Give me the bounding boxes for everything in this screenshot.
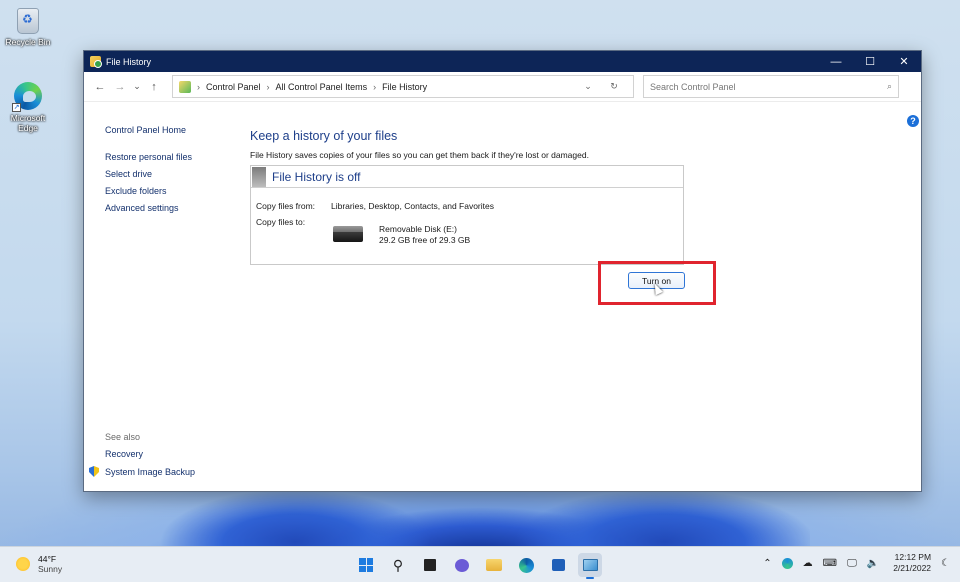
file-history-app-icon bbox=[90, 56, 102, 68]
chevron-right-icon: › bbox=[266, 81, 270, 92]
edge-tray-icon[interactable] bbox=[781, 557, 793, 569]
help-icon[interactable]: ? bbox=[907, 115, 919, 127]
recovery-link[interactable]: Recovery bbox=[105, 449, 275, 459]
removable-drive-icon bbox=[333, 226, 363, 244]
page-title: Keep a history of your files bbox=[250, 129, 398, 143]
title-bar[interactable]: File History — ☐ ✕ bbox=[84, 51, 921, 72]
window-title: File History bbox=[106, 56, 152, 67]
desktop-icon-recycle-bin[interactable]: Recycle Bin bbox=[0, 8, 56, 47]
close-button[interactable]: ✕ bbox=[887, 51, 921, 72]
search-icon[interactable]: ⌕ bbox=[887, 81, 892, 92]
network-icon[interactable]: 🖵 bbox=[847, 558, 857, 569]
control-panel-taskbar-button[interactable] bbox=[578, 553, 602, 579]
store-button[interactable] bbox=[546, 553, 570, 577]
address-bar[interactable]: › Control Panel › All Control Panel Item… bbox=[172, 75, 634, 98]
select-drive-link[interactable]: Select drive bbox=[105, 169, 255, 179]
task-pane: Control Panel Home Restore personal file… bbox=[105, 125, 255, 220]
clock[interactable]: 12:12 PM 2/21/2022 bbox=[893, 552, 931, 574]
refresh-icon[interactable]: ↻ bbox=[601, 81, 627, 92]
highlight-box: Turn on bbox=[598, 261, 716, 305]
maximize-button[interactable]: ☐ bbox=[853, 51, 887, 72]
search-icon: ⚲ bbox=[392, 556, 404, 573]
chevron-right-icon: › bbox=[197, 81, 200, 92]
task-view-button[interactable] bbox=[418, 553, 442, 577]
task-view-icon bbox=[424, 559, 436, 571]
back-button[interactable]: ← bbox=[90, 77, 110, 97]
control-panel-icon bbox=[582, 559, 598, 571]
status-panel: File History is off Copy files from: Lib… bbox=[250, 165, 684, 265]
weather-temperature: 44°F bbox=[38, 554, 57, 564]
copy-from-label: Copy files from: bbox=[256, 201, 316, 211]
see-also-header: See also bbox=[105, 432, 141, 442]
volume-icon[interactable]: 🔈 bbox=[867, 558, 879, 569]
clock-time: 12:12 PM bbox=[894, 552, 932, 562]
control-panel-icon bbox=[179, 80, 191, 93]
onedrive-icon[interactable]: ☁ bbox=[803, 558, 813, 569]
weather-description: Sunny bbox=[38, 564, 63, 574]
minimize-button[interactable]: — bbox=[819, 51, 853, 72]
shortcut-arrow-icon: ↗ bbox=[12, 103, 21, 112]
status-text: File History is off bbox=[272, 169, 361, 184]
search-input[interactable] bbox=[650, 81, 887, 92]
uac-shield-icon bbox=[89, 466, 99, 477]
chat-icon bbox=[455, 558, 469, 572]
see-also-section: See also Recovery System Image Backup bbox=[89, 432, 275, 484]
file-history-window: File History — ☐ ✕ ← → ⌄ ↑ › Control Pan… bbox=[83, 50, 922, 492]
edge-icon bbox=[518, 557, 534, 573]
drive-space: 29.2 GB free of 29.3 GB bbox=[379, 235, 471, 245]
folder-icon bbox=[486, 559, 502, 571]
system-tray: ⌃ ☁ ⌨ 🖵 🔈 12:12 PM 2/21/2022 ☾ bbox=[763, 552, 950, 574]
forward-button[interactable]: → bbox=[110, 77, 130, 97]
status-indicator bbox=[252, 166, 266, 187]
edge-taskbar-button[interactable] bbox=[514, 553, 538, 577]
desktop-icon-label: Microsoft Edge bbox=[10, 113, 46, 133]
copy-from-value: Libraries, Desktop, Contacts, and Favori… bbox=[331, 201, 494, 211]
keyboard-icon[interactable]: ⌨ bbox=[823, 558, 837, 569]
notification-icon[interactable]: ☾ bbox=[941, 558, 950, 569]
control-panel-home-link[interactable]: Control Panel Home bbox=[105, 125, 255, 135]
copy-to-label: Copy files to: bbox=[256, 217, 306, 227]
windows-logo-icon bbox=[359, 558, 373, 572]
weather-widget[interactable]: 44°F Sunny bbox=[16, 554, 62, 574]
store-icon bbox=[551, 559, 565, 571]
up-button[interactable]: ↑ bbox=[144, 77, 164, 97]
breadcrumb-file-history[interactable]: File History bbox=[382, 82, 427, 92]
clock-date: 2/21/2022 bbox=[893, 563, 932, 573]
chat-button[interactable] bbox=[450, 553, 474, 577]
main-content: Keep a history of your files File Histor… bbox=[250, 129, 810, 265]
breadcrumb-all-items[interactable]: All Control Panel Items bbox=[276, 82, 368, 92]
exclude-folders-link[interactable]: Exclude folders bbox=[105, 186, 255, 196]
recycle-bin-icon bbox=[17, 8, 39, 34]
chevron-up-icon[interactable]: ⌃ bbox=[763, 558, 771, 569]
restore-personal-files-link[interactable]: Restore personal files bbox=[105, 152, 255, 162]
start-button[interactable] bbox=[354, 553, 378, 577]
chevron-right-icon: › bbox=[373, 81, 377, 92]
edge-icon: ↗ bbox=[12, 82, 42, 112]
taskbar: 44°F Sunny ⚲ ⌃ ☁ ⌨ 🖵 🔈 12:12 PM 2/21/202… bbox=[0, 546, 960, 582]
recent-locations-button[interactable]: ⌄ bbox=[130, 77, 144, 97]
page-description: File History saves copies of your files … bbox=[250, 150, 589, 160]
desktop-icon-label: Recycle Bin bbox=[5, 37, 51, 47]
advanced-settings-link[interactable]: Advanced settings bbox=[105, 203, 255, 213]
system-image-backup-link[interactable]: System Image Backup bbox=[89, 466, 275, 477]
address-dropdown-icon[interactable]: ⌄ bbox=[575, 81, 601, 92]
drive-name: Removable Disk (E:) bbox=[379, 224, 457, 234]
file-explorer-button[interactable] bbox=[482, 553, 506, 577]
sun-icon bbox=[16, 557, 30, 571]
desktop-icon-edge[interactable]: ↗ Microsoft Edge bbox=[0, 82, 56, 133]
search-box[interactable]: ⌕ bbox=[643, 75, 899, 98]
breadcrumb-control-panel[interactable]: Control Panel bbox=[206, 82, 261, 92]
address-row: ← → ⌄ ↑ › Control Panel › All Control Pa… bbox=[84, 72, 921, 102]
search-taskbar-button[interactable]: ⚲ bbox=[386, 553, 410, 577]
